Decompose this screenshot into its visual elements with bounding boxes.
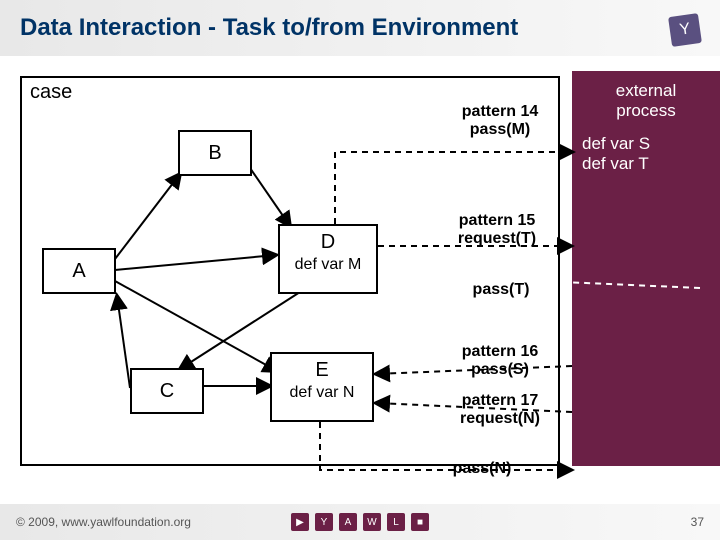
task-e-label: E	[272, 358, 372, 383]
annotation-pattern-14: pattern 14pass(M)	[450, 103, 550, 138]
annotation-pattern-17: pattern 17request(N)	[445, 392, 555, 427]
a-icon: A	[339, 513, 357, 531]
stop-icon: ■	[411, 513, 429, 531]
external-process-title: external process	[582, 81, 710, 120]
slide-footer: © 2009, www.yawlfoundation.org ▶ Y A W L…	[0, 504, 720, 540]
copyright-text: © 2009, www.yawlfoundation.org	[16, 515, 191, 529]
task-d: D def var M	[278, 224, 378, 294]
slide-header: Data Interaction - Task to/from Environm…	[0, 0, 720, 56]
task-e: E def var N	[270, 352, 374, 422]
task-a: A	[42, 248, 116, 294]
annotation-pattern-15: pattern 15request(T)	[442, 212, 552, 247]
external-process-box: external process def var S def var T	[572, 71, 720, 466]
annotation-pass-t: pass(T)	[456, 281, 546, 299]
external-defs: def var S def var T	[582, 134, 710, 175]
yawl-logo-icon: Y	[668, 13, 702, 47]
page-number: 37	[691, 515, 704, 529]
l-icon: L	[387, 513, 405, 531]
y-icon: Y	[315, 513, 333, 531]
task-b: B	[178, 130, 252, 176]
play-icon: ▶	[291, 513, 309, 531]
w-icon: W	[363, 513, 381, 531]
annotation-pass-n: pass(N)	[437, 460, 527, 478]
task-d-def: def var M	[280, 255, 376, 275]
footer-nav-icons: ▶ Y A W L ■	[291, 513, 429, 531]
diagram-canvas: case external process def var S def var …	[0, 56, 720, 496]
annotation-pattern-16: pattern 16pass(S)	[445, 343, 555, 378]
slide-title: Data Interaction - Task to/from Environm…	[20, 14, 518, 42]
task-c: C	[130, 368, 204, 414]
task-e-def: def var N	[272, 383, 372, 403]
case-label: case	[30, 81, 72, 104]
task-d-label: D	[280, 230, 376, 255]
